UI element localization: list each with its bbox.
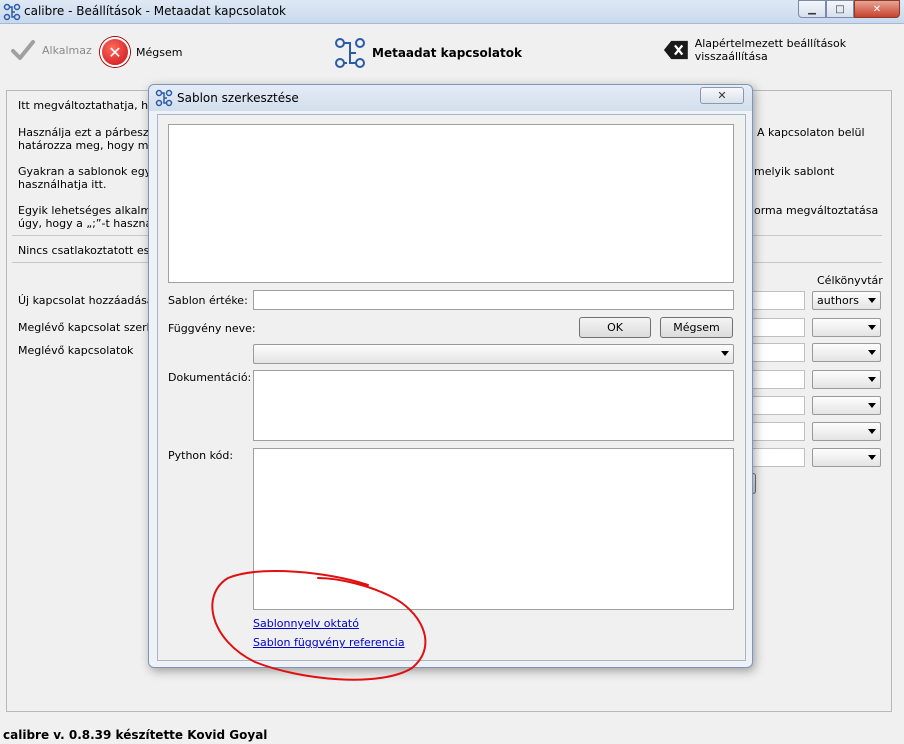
target-field-select[interactable] xyxy=(812,396,881,415)
ok-button[interactable]: OK xyxy=(579,317,651,338)
dialog-cancel-button[interactable]: Mégsem xyxy=(660,317,733,338)
restore-defaults-button[interactable]: Alapértelmezett beállítások visszaállítá… xyxy=(663,37,904,63)
dropdown-arrow-icon xyxy=(721,351,729,356)
intro-text: Itt megváltoztathatja, hogy xyxy=(18,99,169,112)
dropdown-arrow-icon xyxy=(868,403,876,408)
example-text-right: orma megváltoztatása xyxy=(754,204,879,217)
target-field-select[interactable]: authors xyxy=(812,291,881,310)
minimize-button[interactable]: ▁ xyxy=(798,0,826,18)
dropdown-arrow-icon xyxy=(868,377,876,382)
template-text-right: melyik sablont xyxy=(754,165,835,178)
status-bar-text: calibre v. 0.8.39 készítette Kovid Goyal xyxy=(3,728,268,742)
function-name-label: Függvény neve: xyxy=(168,322,256,335)
target-field-select[interactable] xyxy=(812,448,881,467)
source-field[interactable] xyxy=(752,318,805,337)
calibre-app-icon xyxy=(3,3,21,21)
apply-button[interactable]: Alkalmaz xyxy=(10,37,92,63)
cancel-label: Mégsem xyxy=(136,45,183,59)
source-field[interactable] xyxy=(752,422,805,441)
template-value-label: Sablon értéke: xyxy=(168,294,248,307)
close-window-button[interactable]: ✕ xyxy=(854,0,900,18)
dialog-titlebar[interactable]: Sablon szerkesztése ✕ xyxy=(149,85,752,111)
documentation-label: Dokumentáció: xyxy=(168,371,252,384)
source-field[interactable] xyxy=(752,396,805,415)
backspace-icon xyxy=(663,40,688,60)
section-title-label: Metaadat kapcsolatok xyxy=(372,46,522,60)
maximize-button[interactable]: □ xyxy=(826,0,854,18)
preferences-toolbar: Alkalmaz ✕ Mégsem Metaadat kapcsolatok A… xyxy=(0,25,904,83)
python-code-label: Python kód: xyxy=(168,449,234,462)
target-field-select[interactable] xyxy=(812,370,881,389)
window-title: calibre - Beállítások - Metaadat kapcsol… xyxy=(24,4,287,18)
apply-label: Alkalmaz xyxy=(42,43,92,57)
restore-label: Alapértelmezett beállítások visszaállítá… xyxy=(694,37,847,63)
calibre-app-icon xyxy=(155,89,173,107)
source-field[interactable] xyxy=(752,291,805,310)
documentation-textarea[interactable] xyxy=(253,370,734,441)
example-text-line2: úgy, hogy a „;”-t használja xyxy=(18,217,166,230)
template-editor-textarea[interactable] xyxy=(168,124,734,283)
dialog-content: Sablon értéke: Függvény neve: OK Mégsem … xyxy=(157,114,746,661)
window-titlebar[interactable]: calibre - Beállítások - Metaadat kapcsol… xyxy=(0,0,904,24)
target-column-header: Célkönyvtár xyxy=(817,274,883,287)
cancel-button[interactable]: ✕ Mégsem xyxy=(100,37,182,67)
dialog-close-button[interactable]: ✕ xyxy=(700,87,744,104)
target-field-select[interactable] xyxy=(812,422,881,441)
metadata-plugboard-icon xyxy=(335,38,365,68)
dropdown-arrow-icon xyxy=(868,455,876,460)
dropdown-arrow-icon xyxy=(868,325,876,330)
source-field[interactable] xyxy=(752,448,805,467)
target-field-value: authors xyxy=(817,294,859,307)
check-icon xyxy=(11,40,35,60)
target-field-select[interactable] xyxy=(812,318,881,337)
template-tutorial-link[interactable]: Sablonnyelv oktató xyxy=(253,617,359,630)
add-plugboard-label: Új kapcsolat hozzáadása xyxy=(18,294,154,307)
section-title: Metaadat kapcsolatok xyxy=(334,37,522,69)
close-icon: ✕ xyxy=(717,89,727,102)
dropdown-arrow-icon xyxy=(868,298,876,303)
close-icon: ✕ xyxy=(872,3,882,15)
maximize-icon: □ xyxy=(835,3,845,15)
dropdown-arrow-icon xyxy=(868,429,876,434)
template-function-reference-link[interactable]: Sablon függvény referencia xyxy=(253,636,405,649)
target-field-select[interactable] xyxy=(812,343,881,362)
cancel-x-icon: ✕ xyxy=(100,37,130,67)
dropdown-arrow-icon xyxy=(868,350,876,355)
minimize-icon: ▁ xyxy=(808,3,816,15)
source-field[interactable] xyxy=(752,370,805,389)
existing-plugboards-label: Meglévő kapcsolatok xyxy=(18,344,134,357)
python-code-textarea[interactable] xyxy=(253,448,734,610)
function-name-select[interactable] xyxy=(253,344,734,364)
usage-text-line1: Használja ezt a párbeszédá xyxy=(18,126,170,139)
template-value-field[interactable] xyxy=(253,290,734,310)
template-editor-dialog: Sablon szerkesztése ✕ Sablon értéke: Füg… xyxy=(148,84,753,668)
no-device-text: Nincs csatlakoztatott eszkö xyxy=(18,244,168,257)
template-text-line2: használhatja itt. xyxy=(18,178,107,191)
dialog-title: Sablon szerkesztése xyxy=(177,91,299,105)
template-text-line1: Gyakran a sablonok egysze xyxy=(18,165,170,178)
usage-text-right: A kapcsolaton belül xyxy=(757,126,865,139)
source-field[interactable] xyxy=(752,343,805,362)
